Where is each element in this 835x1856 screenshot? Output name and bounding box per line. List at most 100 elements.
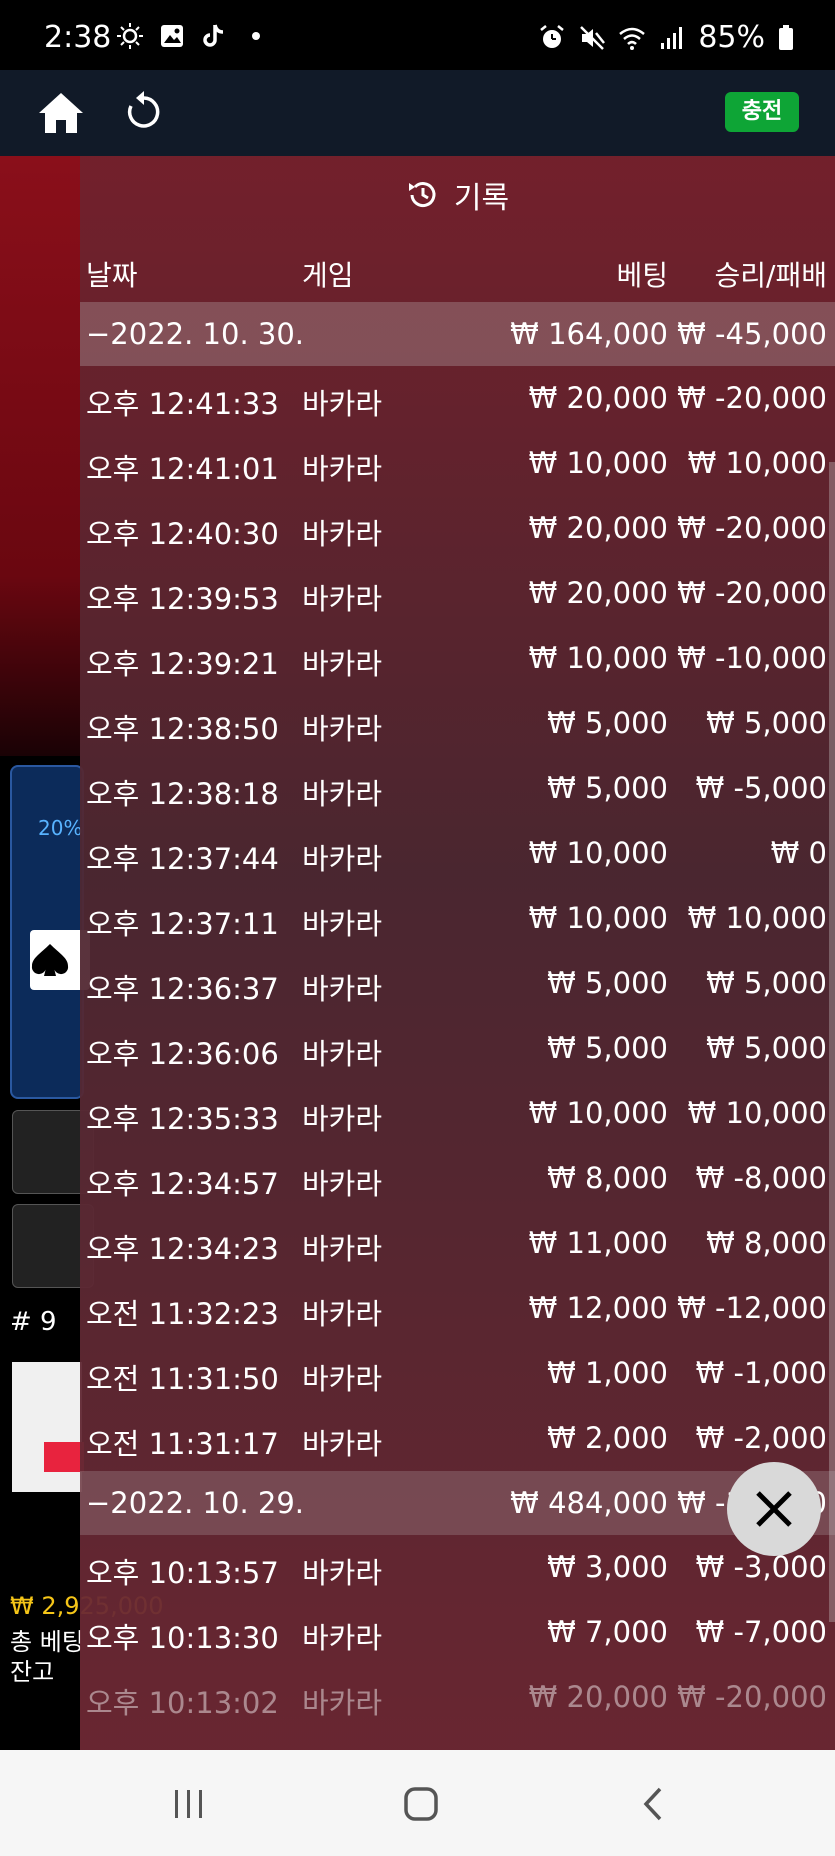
col-bet: 베팅	[616, 259, 668, 292]
row-win-loss: ₩ -10,000	[677, 641, 827, 675]
history-row: 오전 11:32:23 바카라 ₩ 12,000 ₩ -12,000	[80, 1276, 835, 1341]
history-row: 오후 12:37:11 바카라 ₩ 10,000 ₩ 10,000	[80, 886, 835, 951]
recent-apps-icon[interactable]	[172, 1788, 206, 1820]
row-game: 바카라	[302, 712, 383, 746]
history-list[interactable]: −2022. 10. 30. ₩ 164,000 ₩ -45,000 오후 12:41…	[80, 302, 835, 1730]
balance-label: 잔고	[10, 1658, 55, 1686]
row-game: 바카라	[302, 1167, 383, 1201]
row-win-loss: ₩ -12,000	[677, 1291, 827, 1325]
battery-percent: 85%	[698, 20, 765, 55]
row-win-loss: ₩ -1,000	[695, 1356, 827, 1390]
row-bet: ₩ 10,000	[528, 836, 668, 870]
table-number: # 9	[10, 1307, 57, 1337]
row-game: 바카라	[302, 972, 383, 1006]
row-win-loss: ₩ -7,000	[695, 1615, 827, 1649]
row-game: 바카라	[302, 1297, 383, 1331]
row-bet: ₩ 20,000	[528, 381, 668, 415]
col-date: 날짜	[86, 259, 138, 292]
row-bet: ₩ 5,000	[547, 706, 668, 740]
row-game: 바카라	[302, 1686, 383, 1720]
close-icon	[756, 1491, 792, 1527]
close-button[interactable]	[727, 1462, 821, 1556]
refresh-icon[interactable]	[122, 90, 166, 134]
row-game: 바카라	[302, 907, 383, 941]
row-bet: ₩ 2,000	[547, 1421, 668, 1455]
history-icon	[408, 182, 436, 208]
wifi-icon	[619, 27, 646, 50]
battery-icon	[779, 24, 793, 50]
history-row: 오후 12:41:01 바카라 ₩ 10,000 ₩ 10,000	[80, 431, 835, 496]
row-time: 오후 12:41:33	[86, 387, 279, 421]
row-bet: ₩ 10,000	[528, 901, 668, 935]
row-bet: ₩ 20,000	[528, 511, 668, 545]
history-row: 오후 12:36:37 바카라 ₩ 5,000 ₩ 5,000	[80, 951, 835, 1016]
home-icon[interactable]	[36, 90, 86, 136]
row-win-loss: ₩ -20,000	[677, 381, 827, 415]
row-bet: ₩ 5,000	[547, 966, 668, 1000]
row-time: 오후 12:38:50	[86, 712, 279, 746]
row-bet: ₩ 5,000	[547, 771, 668, 805]
history-row: 오후 12:39:53 바카라 ₩ 20,000 ₩ -20,000	[80, 561, 835, 626]
system-icons: 85%	[538, 20, 795, 55]
history-row: 오후 12:37:44 바카라 ₩ 10,000 ₩ 0	[80, 821, 835, 886]
system-nav-bar	[0, 1750, 835, 1856]
history-row: 오전 11:31:50 바카라 ₩ 1,000 ₩ -1,000	[80, 1341, 835, 1406]
row-bet: ₩ 3,000	[547, 1550, 668, 1584]
row-bet: ₩ 11,000	[528, 1226, 668, 1260]
row-time: 오전 11:31:17	[86, 1427, 279, 1461]
history-row: 오후 10:13:30 바카라 ₩ 7,000 ₩ -7,000	[80, 1600, 835, 1665]
history-title: 기록	[80, 156, 835, 234]
history-header: 날짜 게임 베팅 승리/패배	[80, 234, 835, 302]
history-row: 오후 12:34:23 바카라 ₩ 11,000 ₩ 8,000	[80, 1211, 835, 1276]
row-win-loss: ₩ 5,000	[706, 1031, 827, 1065]
row-game: 바카라	[302, 387, 383, 421]
date-group-header[interactable]: −2022. 10. 30. ₩ 164,000 ₩ -45,000	[80, 302, 835, 366]
status-bar: 2:38 85%	[0, 0, 835, 70]
history-panel: 기록 날짜 게임 베팅 승리/패배 −2022. 10. 30. ₩ 164,00…	[80, 156, 835, 1750]
row-time: 오후 10:13:57	[86, 1556, 279, 1590]
back-icon[interactable]	[640, 1786, 666, 1822]
date-group-header[interactable]: −2022. 10. 29.₩ 484,000₩ -12,000	[80, 1471, 835, 1535]
nav-home-icon[interactable]	[403, 1786, 439, 1822]
group-win-total: ₩ -45,000	[677, 317, 827, 351]
group-bet-total: ₩ 164,000	[510, 317, 668, 351]
row-bet: ₩ 10,000	[528, 641, 668, 675]
row-game: 바카라	[302, 1427, 383, 1461]
row-time: 오후 12:35:33	[86, 1102, 279, 1136]
history-row: 오후 10:13:02 바카라 ₩ 20,000 ₩ -20,000	[80, 1665, 835, 1730]
row-time: 오후 12:34:23	[86, 1232, 279, 1266]
history-title-text: 기록	[453, 181, 510, 216]
row-game: 바카라	[302, 1232, 383, 1266]
row-bet: ₩ 1,000	[547, 1356, 668, 1390]
row-game: 바카라	[302, 777, 383, 811]
mute-icon	[580, 25, 606, 50]
row-time: 오전 11:31:50	[86, 1362, 279, 1396]
row-win-loss: ₩ 10,000	[687, 901, 827, 935]
charge-button[interactable]: 충전	[725, 92, 799, 132]
row-win-loss: ₩ -20,000	[677, 576, 827, 610]
row-win-loss: ₩ 8,000	[706, 1226, 827, 1260]
table-thumbnail[interactable]	[12, 1362, 84, 1492]
tiktok-icon	[203, 24, 224, 47]
row-bet: ₩ 10,000	[528, 446, 668, 480]
row-time: 오후 12:37:44	[86, 842, 279, 876]
row-bet: ₩ 20,000	[528, 1680, 668, 1714]
signal-icon	[661, 26, 683, 49]
history-row: 오후 12:40:30 바카라 ₩ 20,000 ₩ -20,000	[80, 496, 835, 561]
row-game: 바카라	[302, 1556, 383, 1590]
alarm-icon	[540, 24, 565, 48]
row-bet: ₩ 10,000	[528, 1096, 668, 1130]
row-game: 바카라	[302, 1102, 383, 1136]
history-row: 오후 12:39:21 바카라 ₩ 10,000 ₩ -10,000	[80, 626, 835, 691]
brightness-icon	[117, 23, 143, 49]
row-time: 오후 12:41:01	[86, 452, 279, 486]
status-time: 2:38	[44, 20, 112, 55]
row-win-loss: ₩ -8,000	[695, 1161, 827, 1195]
row-win-loss: ₩ -5,000	[695, 771, 827, 805]
scrollbar[interactable]	[829, 462, 835, 1622]
row-game: 바카라	[302, 842, 383, 876]
notification-icons	[116, 22, 270, 50]
row-game: 바카라	[302, 452, 383, 486]
app-bar: 충전	[0, 70, 835, 156]
row-time: 오후 10:13:30	[86, 1621, 279, 1655]
